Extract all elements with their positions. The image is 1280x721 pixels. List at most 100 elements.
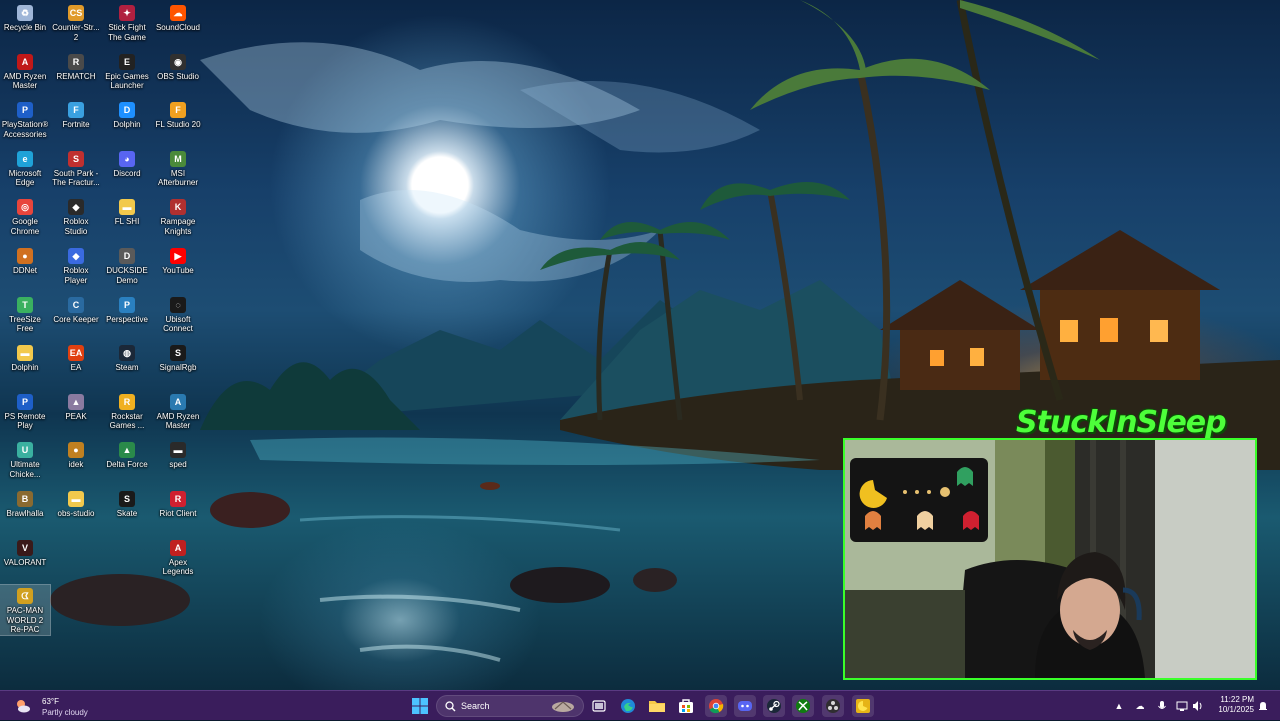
dolphin-folder-icon: ▬ <box>17 345 33 362</box>
desktop-icon-amd-ryzen[interactable]: A AMD Ryzen Master <box>0 51 50 91</box>
desktop-icon-playstation[interactable]: P PlayStation® Accessories <box>0 99 50 139</box>
network-icon[interactable] <box>1176 700 1188 712</box>
desktop-icon-delta-force[interactable]: ▲ Delta Force <box>102 439 152 470</box>
taskbar-store-button[interactable] <box>675 695 697 717</box>
taskbar-edge-button[interactable] <box>617 695 639 717</box>
desktop-icon-south-park[interactable]: S South Park - The Fractur... <box>51 148 101 188</box>
desktop-icon-ddnet[interactable]: ● DDNet <box>0 245 50 276</box>
desktop-icon-core-keeper[interactable]: C Core Keeper <box>51 294 101 325</box>
desktop-icon-rampage-knights[interactable]: K Rampage Knights <box>153 196 203 236</box>
desktop-icon-rockstar[interactable]: R Rockstar Games ... <box>102 391 152 431</box>
desktop-icon-roblox-studio[interactable]: ◆ Roblox Studio <box>51 196 101 236</box>
xbox-icon <box>796 699 810 713</box>
weather-temperature: 63°F <box>42 697 59 706</box>
youtube-icon: ▶ <box>170 248 186 264</box>
task-view-icon <box>592 700 606 712</box>
taskbar-steam-button[interactable] <box>763 695 785 717</box>
taskbar-obs-button[interactable] <box>822 695 844 717</box>
desktop-icon-fl-shi-folder[interactable]: ▬ FL SHI <box>102 196 152 227</box>
clock-date: 10/1/2025 <box>1218 705 1254 714</box>
taskbar-clock[interactable]: 11:22 PM 10/1/2025 <box>1208 695 1254 715</box>
desktop-icon-label: Epic Games Launcher <box>105 71 149 91</box>
ultimate-chicken-horse-icon: U <box>17 442 33 459</box>
desktop-icon-youtube[interactable]: ▶ YouTube <box>153 245 203 276</box>
valorant-icon: V <box>17 539 33 556</box>
task-view-button[interactable] <box>588 695 610 717</box>
desktop-icon-obs[interactable]: ◉ OBS Studio <box>153 51 203 82</box>
desktop-icon-label: Roblox Player <box>63 266 89 285</box>
desktop-icon-epic-games[interactable]: E Epic Games Launcher <box>102 51 152 91</box>
desktop-icon-ea[interactable]: EA EA <box>51 342 101 373</box>
desktop-icon-label: Microsoft Edge <box>8 168 42 188</box>
soundcloud-icon: ☁ <box>170 5 186 21</box>
desktop-icon-riot-client[interactable]: R Riot Client <box>153 488 203 519</box>
stick-fight-icon: ✦ <box>119 5 135 21</box>
south-park-icon: S <box>68 150 84 167</box>
desktop-icon-peak[interactable]: ▲ PEAK <box>51 391 101 422</box>
taskbar-search-box[interactable]: Search <box>436 695 584 717</box>
desktop-icon-fortnite[interactable]: F Fortnite <box>51 99 101 130</box>
taskbar-file-explorer-button[interactable] <box>646 695 668 717</box>
desktop-icon-ubisoft[interactable]: ◌ Ubisoft Connect <box>153 294 203 334</box>
desktop-icon-chrome[interactable]: ◎ Google Chrome <box>0 196 50 236</box>
search-icon <box>445 701 456 712</box>
desktop-icon-ps-remote-play[interactable]: P PS Remote Play <box>0 391 50 431</box>
desktop-icon-stick-fight[interactable]: ✦ Stick Fight The Game <box>102 2 152 42</box>
taskbar-chrome-button[interactable] <box>705 695 727 717</box>
desktop-icon-discord[interactable]: ◕ Discord <box>102 148 152 179</box>
ddnet-icon: ● <box>17 248 33 264</box>
volume-icon[interactable] <box>1192 700 1204 712</box>
taskbar-pacman-button[interactable] <box>852 695 874 717</box>
desktop-icon-label: Fortnite <box>62 120 90 130</box>
desktop-icon-skate[interactable]: S Skate <box>102 488 152 519</box>
notification-bell-icon[interactable] <box>1257 700 1269 712</box>
desktop-icon-soundcloud[interactable]: ☁ SoundCloud <box>153 2 203 33</box>
desktop-icon-label: Roblox Studio <box>63 217 89 236</box>
desktop-icon-roblox-player[interactable]: ◆ Roblox Player <box>51 245 101 285</box>
onedrive-cloud-icon[interactable]: ☁ <box>1134 700 1146 712</box>
rampage-knights-icon: K <box>170 199 186 216</box>
desktop-icon-treesize[interactable]: T TreeSize Free <box>0 294 50 334</box>
folder-icon <box>649 701 665 712</box>
chevron-up-icon[interactable]: ▲ <box>1113 700 1125 712</box>
desktop-icon-counter-strike[interactable]: CS Counter-Str... 2 <box>51 2 101 42</box>
desktop-icon-label: South Park - The Fractur... <box>52 168 100 188</box>
ubisoft-icon: ◌ <box>170 296 186 313</box>
desktop-icon-label: TreeSize Free <box>9 314 41 334</box>
desktop-icon-duckside[interactable]: D DUCKSIDE Demo <box>102 245 152 285</box>
webcam-overlay <box>843 438 1257 680</box>
steam-icon <box>767 699 781 713</box>
desktop-icon-steam[interactable]: ◍ Steam <box>102 342 152 373</box>
desktop-icon-fl-studio[interactable]: F FL Studio 20 <box>153 99 203 130</box>
desktop-icon-pacman-world[interactable]: ᗧ PAC-MAN WORLD 2 Re-PAC <box>0 584 51 636</box>
desktop-icon-rematch[interactable]: R REMATCH <box>51 51 101 82</box>
microphone-icon[interactable] <box>1156 700 1168 712</box>
desktop-icon-amd-ryzen-2[interactable]: A AMD Ryzen Master <box>153 391 203 431</box>
taskbar-xbox-button[interactable] <box>792 695 814 717</box>
ea-icon: EA <box>68 345 84 362</box>
desktop-icon-label: PlayStation® Accessories <box>1 120 49 139</box>
desktop-icon-edge[interactable]: e Microsoft Edge <box>0 148 50 188</box>
desktop-icon-obs-studio-folder[interactable]: ▬ obs-studio <box>51 488 101 519</box>
desktop-icon-label: Google Chrome <box>10 217 40 236</box>
desktop-icon-dolphin[interactable]: D Dolphin <box>102 99 152 130</box>
obs-studio-folder-icon: ▬ <box>68 491 84 507</box>
desktop-icon-sped[interactable]: ▬ sped <box>153 439 203 470</box>
desktop-icon-idek[interactable]: ● idek <box>51 439 101 470</box>
desktop-icon-valorant[interactable]: V VALORANT <box>0 537 50 568</box>
desktop-icon-perspective[interactable]: P Perspective <box>102 294 152 325</box>
desktop-icon-signalrgb[interactable]: S SignalRgb <box>153 342 203 373</box>
desktop-icon-apex-legends[interactable]: A Apex Legends <box>153 537 203 577</box>
taskbar-discord-button[interactable] <box>734 695 756 717</box>
discord-icon: ◕ <box>119 150 135 167</box>
desktop-icon-label: FL SHI <box>114 217 140 227</box>
start-button[interactable] <box>409 695 431 717</box>
desktop-icon-ultimate-chicken-horse[interactable]: U Ultimate Chicke... <box>0 439 50 479</box>
desktop-icon-label: Ubisoft Connect <box>163 314 193 334</box>
delta-force-icon: ▲ <box>119 442 135 459</box>
desktop-icon-msi-afterburner[interactable]: M MSI Afterburner <box>153 148 203 188</box>
desktop-icon-recycle-bin[interactable]: ♻ Recycle Bin <box>0 2 50 33</box>
desktop-icon-dolphin-folder[interactable]: ▬ Dolphin <box>0 342 50 373</box>
desktop-icon-brawlhalla[interactable]: B Brawlhalla <box>0 488 50 519</box>
desktop-icon-label: Delta Force <box>106 460 148 470</box>
